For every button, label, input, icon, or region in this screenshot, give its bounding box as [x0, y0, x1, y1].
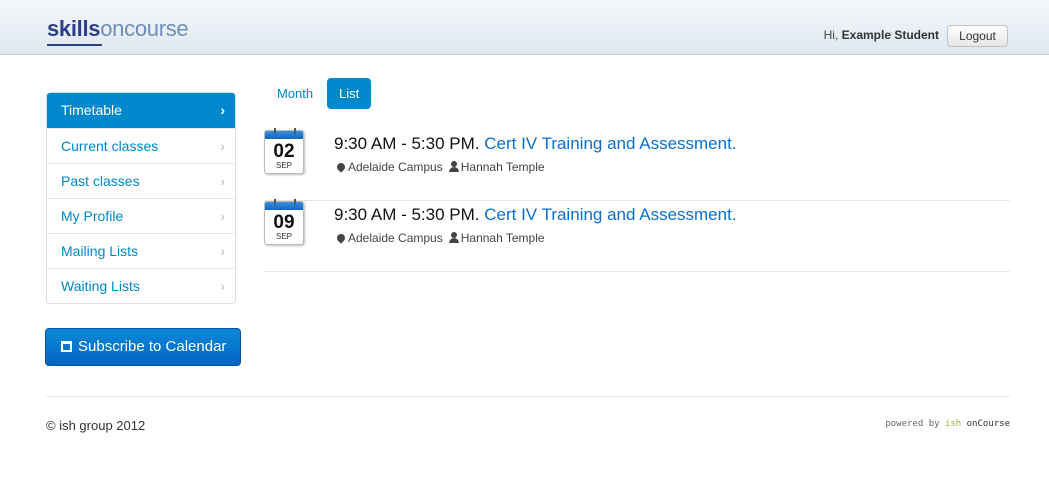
powered-prefix: powered by	[885, 419, 940, 429]
event-course-link[interactable]: Cert IV Training and Assessment.	[484, 205, 736, 224]
sidebar-item-past-classes[interactable]: Past classes ›	[47, 163, 235, 198]
person-icon	[448, 161, 459, 172]
powered-by[interactable]: powered by ish onCourse	[885, 419, 1010, 429]
event-location: Adelaide Campus	[348, 160, 443, 174]
copyright-text: © ish group 2012	[46, 418, 146, 433]
event-month: SEP	[275, 232, 292, 241]
sidebar-item-label: My Profile	[61, 208, 124, 224]
event-day: 02	[273, 141, 295, 162]
site-logo[interactable]: skillsoncourse	[47, 16, 189, 42]
sidebar-nav: Timetable › Current classes › Past class…	[46, 92, 236, 304]
sidebar-item-label: Current classes	[61, 138, 159, 154]
location-pin-icon	[335, 161, 347, 173]
chevron-right-icon: ›	[220, 208, 225, 224]
event-row: 09 SEP 9:30 AM - 5:30 PM. Cert IV Traini…	[264, 199, 1010, 272]
greeting-prefix: Hi,	[823, 28, 839, 42]
chevron-right-icon: ›	[220, 278, 225, 294]
event-title: 9:30 AM - 5:30 PM. Cert IV Training and …	[334, 134, 737, 154]
subscribe-label: Subscribe to Calendar	[78, 338, 227, 355]
sidebar-item-timetable[interactable]: Timetable ›	[47, 93, 235, 128]
event-tutor: Hannah Temple	[460, 231, 545, 245]
logo-on: on	[100, 16, 125, 41]
chevron-right-icon: ›	[220, 102, 225, 118]
chevron-right-icon: ›	[220, 173, 225, 189]
logo-underline	[47, 44, 102, 46]
powered-ish: ish	[944, 419, 962, 429]
logout-button[interactable]: Logout	[947, 25, 1008, 47]
event-course-link[interactable]: Cert IV Training and Assessment.	[484, 134, 736, 153]
chevron-right-icon: ›	[220, 138, 225, 154]
calendar-rings	[274, 128, 296, 134]
event-month: SEP	[275, 161, 292, 170]
date-calendar-icon: 09 SEP	[264, 199, 304, 245]
powered-product: onCourse	[966, 419, 1010, 429]
tab-list[interactable]: List	[327, 78, 372, 109]
sidebar-item-label: Past classes	[61, 173, 140, 189]
footer-divider	[46, 396, 1010, 397]
tab-month[interactable]: Month	[265, 78, 325, 109]
event-location: Adelaide Campus	[348, 231, 443, 245]
sidebar-item-label: Mailing Lists	[61, 243, 139, 259]
event-time: 9:30 AM - 5:30 PM.	[334, 134, 480, 153]
event-time: 9:30 AM - 5:30 PM.	[334, 205, 480, 224]
user-name: Example Student	[841, 28, 939, 42]
chevron-right-icon: ›	[220, 243, 225, 259]
sidebar-item-waiting-lists[interactable]: Waiting Lists ›	[47, 268, 235, 303]
calendar-rings	[274, 199, 296, 205]
logo-course: course	[124, 16, 189, 41]
sidebar-item-label: Timetable	[61, 102, 122, 118]
sidebar-item-label: Waiting Lists	[61, 278, 140, 294]
user-greeting: Hi, Example Student	[824, 28, 939, 42]
location-pin-icon	[335, 232, 347, 244]
event-meta: Adelaide Campus Hannah Temple	[335, 160, 545, 174]
event-meta: Adelaide Campus Hannah Temple	[335, 231, 545, 245]
event-row: 02 SEP 9:30 AM - 5:30 PM. Cert IV Traini…	[264, 128, 1010, 201]
event-title: 9:30 AM - 5:30 PM. Cert IV Training and …	[334, 205, 737, 225]
top-header: skillsoncourse Hi, Example Student Logou…	[0, 0, 1049, 55]
sidebar-item-my-profile[interactable]: My Profile ›	[47, 198, 235, 233]
event-tutor: Hannah Temple	[460, 160, 545, 174]
sidebar-item-mailing-lists[interactable]: Mailing Lists ›	[47, 233, 235, 268]
subscribe-calendar-button[interactable]: Subscribe to Calendar	[45, 328, 241, 366]
sidebar-item-current-classes[interactable]: Current classes ›	[47, 128, 235, 163]
person-icon	[448, 232, 459, 243]
event-day: 09	[273, 212, 295, 233]
date-calendar-icon: 02 SEP	[264, 128, 304, 174]
calendar-icon	[61, 341, 72, 352]
logo-skills: skills	[47, 16, 101, 41]
